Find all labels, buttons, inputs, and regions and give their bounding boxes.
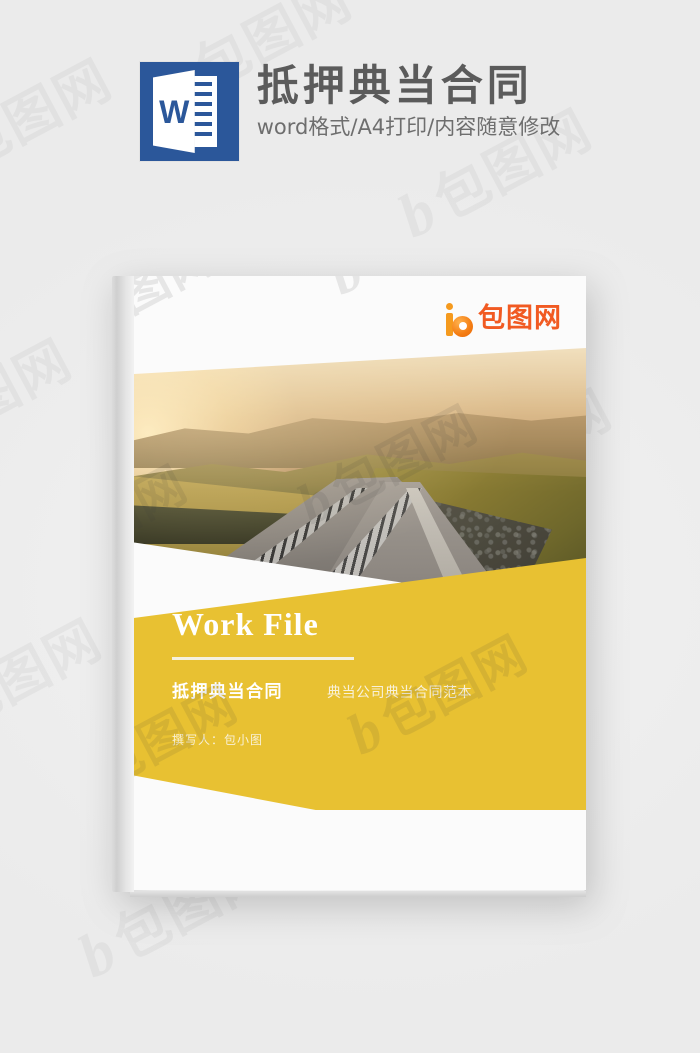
cover-work-title: Work File (172, 606, 319, 642)
cover-author: 撰写人：包小图 (172, 733, 264, 747)
watermark-text: 包图网 (352, 276, 517, 289)
page-background: b包图网 b包图网 b包图网 b包图网 b包图网 b包图网 b包图网 b包图网 … (0, 0, 700, 1053)
header: W 抵押典当合同 word格式/A4打印/内容随意修改 (0, 0, 700, 200)
cover-divider (172, 657, 354, 660)
header-text-group: 抵押典当合同 word格式/A4打印/内容随意修改 (257, 62, 561, 139)
watermark-text: 包图网 (0, 607, 113, 743)
baotuwang-logo: 包图网 (444, 298, 562, 338)
page-bottom-edge (130, 891, 586, 897)
word-document-icon: W (139, 62, 239, 161)
header-inner: W 抵押典当合同 word格式/A4打印/内容随意修改 (139, 62, 561, 161)
baotuwang-logo-text: 包图网 (478, 302, 562, 334)
watermark-mark: b (67, 915, 129, 992)
brochure-cover: 包图网 Work File 抵押典当合同 典当公司典当合同范本 撰写人：包小图 … (130, 276, 586, 890)
word-icon-letter: W (159, 93, 189, 130)
cover-text-block: Work File 抵押典当合同 典当公司典当合同范本 撰写人：包小图 (172, 608, 572, 748)
brochure-mockup: 包图网 Work File 抵押典当合同 典当公司典当合同范本 撰写人：包小图 … (112, 276, 586, 897)
watermark-text: 包图网 (130, 276, 228, 350)
book-spine (112, 276, 134, 892)
logo-dot (446, 303, 453, 310)
page-subtitle: word格式/A4打印/内容随意修改 (256, 115, 561, 140)
watermark-mark: b (316, 276, 375, 308)
cover-subtitle-row: 抵押典当合同 典当公司典当合同范本 (172, 684, 572, 701)
page-title: 抵押典当合同 (256, 61, 533, 110)
baotuwang-logo-icon (444, 298, 474, 338)
logo-ball (452, 316, 473, 337)
cover-document-description: 典当公司典当合同范本 (327, 685, 472, 701)
cover-document-title: 抵押典当合同 (172, 682, 283, 702)
watermark-text: 包图网 (0, 327, 83, 463)
